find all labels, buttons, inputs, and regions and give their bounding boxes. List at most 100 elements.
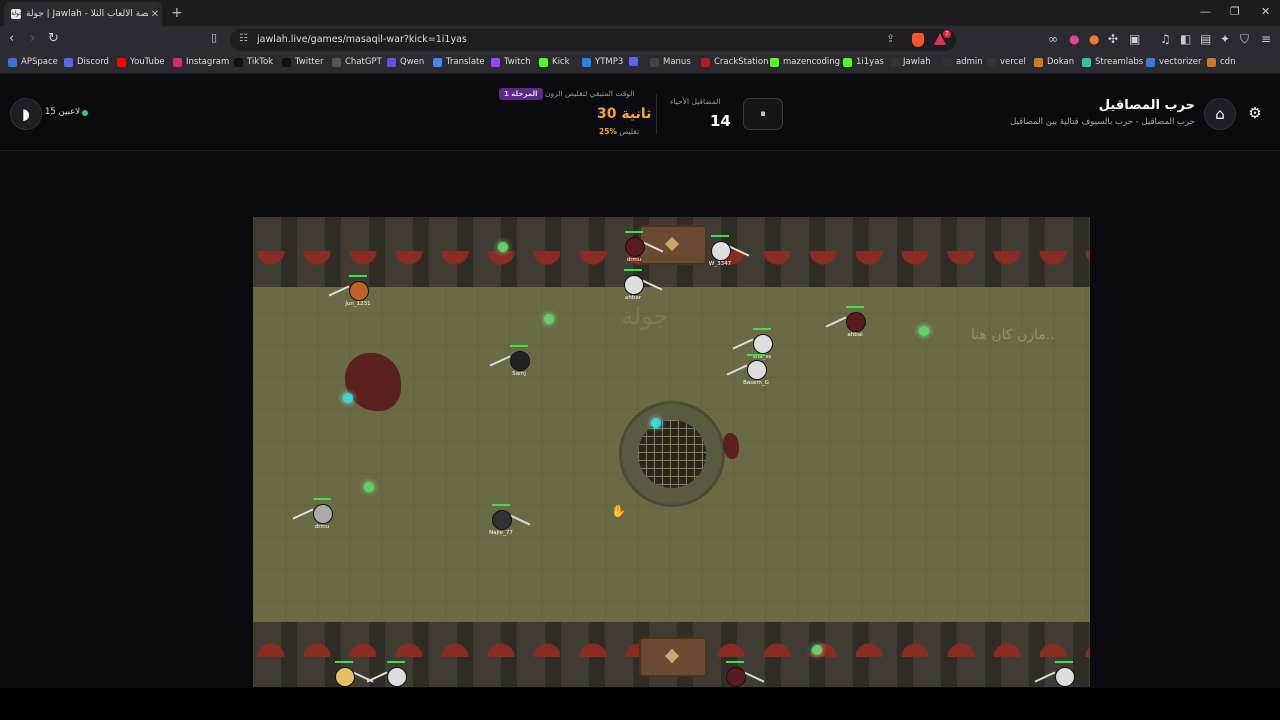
alive-count: 14 [710,112,731,130]
hand-cursor-icon: ✋ [611,504,626,518]
player-health-bar [313,498,331,500]
bookmark-favicon-icon [582,57,591,67]
bookmark-kick[interactable]: Kick [539,57,570,67]
bookmark-mazencoding[interactable]: mazencoding [770,57,840,67]
site-settings-icon[interactable]: ☷ [239,33,248,44]
bookmark-favicon-icon [1082,57,1091,67]
forward-icon[interactable]: › [30,31,35,46]
bookmark-vectorizer[interactable]: vectorizer [1146,57,1202,67]
player-health-bar [335,661,353,663]
extensions-puzzle-icon[interactable]: ✣ [1108,32,1118,46]
screenshot-icon[interactable]: ▣ [1129,32,1140,46]
bookmark-favicon-icon [1207,57,1216,67]
bookmark-favicon-icon [843,57,852,67]
active-tab[interactable]: جولة جولة | Jawlah - منصة الألعاب الثلا … [4,2,162,26]
sword-icon [328,285,350,297]
back-icon[interactable]: ‹ [9,31,14,46]
brave-shields-icon[interactable] [912,33,924,47]
bookmark-favicon-icon [539,57,548,67]
player-name: Najie_77 [489,530,513,536]
game-subtitle: حرب المصاقيل - حرب بالسيوف قتالية بين ال… [1010,117,1195,127]
tab-title: جولة | Jawlah - منصة الألعاب الثلا [26,9,148,19]
bookmark-tiktok[interactable]: TikTok [234,57,273,67]
bookmark-cdn[interactable]: cdn [1207,57,1235,67]
bookmark-crackstation[interactable]: CrackStation [701,57,768,67]
player-name: W_3347 [708,261,732,267]
player-health-bar [846,306,864,308]
bookmark-apspace[interactable]: APSpace [8,57,58,67]
close-window-icon[interactable]: ✕ [1261,5,1270,18]
sidebar-icon[interactable]: ◧ [1180,32,1191,46]
restore-icon[interactable]: ❐ [1230,5,1240,18]
share-icon[interactable]: ⇪ [886,32,895,45]
player-name: drmu [314,524,330,530]
settings-button[interactable]: ⚙ [1240,98,1270,128]
bookmark-label: Streamlabs [1095,57,1144,67]
bookmark-chatgpt[interactable]: ChatGPT [332,57,382,67]
vpn-icon[interactable]: ⛉ [1240,32,1249,47]
player-health-bar [625,231,643,233]
bookmark-favicon-icon [1146,57,1155,67]
close-tab-icon[interactable]: ✕ [148,9,162,20]
bookmark-discord[interactable]: Discord [64,57,109,67]
sword-icon [726,364,748,376]
alive-label: المصاقيل الأحياء [670,97,721,106]
reload-icon[interactable]: ↻ [48,31,59,46]
bookmark-favicon-icon [117,57,126,67]
extension-orange-icon[interactable]: ● [1089,32,1099,46]
center-pit [619,401,725,507]
extension-shield-icon[interactable]: ● [1069,32,1079,46]
address-bar[interactable]: ☷ jawlah.live/games/masaqil-war?kick=1i1… [230,29,956,51]
extension-glasses-icon[interactable]: ∞ [1048,32,1058,46]
media-icon[interactable]: ♫ [1160,32,1171,46]
new-tab-icon[interactable]: + [171,5,183,21]
bookmark-label: APSpace [21,57,58,67]
minimize-icon[interactable]: — [1200,5,1211,18]
bookmark-manus[interactable]: Manus [650,57,691,67]
player-avatar [313,504,333,524]
gear-icon: ⚙ [1248,104,1262,122]
bookmark-label: vercel [1000,57,1026,67]
bookmark-vercel[interactable]: vercel [987,57,1026,67]
bookmark-instagram[interactable]: Instagram [173,57,229,67]
player-avatar [753,334,773,354]
bookmark-favicon-icon [433,57,442,67]
sword-icon [825,316,847,328]
zone-shrink-percent: 25% تقليص [599,127,639,136]
bookmark-streamlabs[interactable]: Streamlabs [1082,57,1143,67]
player-avatar [711,241,731,261]
bookmark-qwen[interactable]: Qwen [387,57,424,67]
game-arena[interactable]: مازن كان هنا.. جولة Jun_1231 drmu W_3347 ah… [253,217,1090,687]
pit-grate [638,420,706,488]
bookmark-label: 1i1yas [856,57,884,67]
menu-icon[interactable]: ≡ [1261,32,1271,46]
bookmark-translate[interactable]: Translate [433,57,485,67]
bookmark-favicon-icon [64,57,73,67]
home-button[interactable]: ⌂ [1204,98,1236,130]
bookmark-favicon-icon [282,57,291,67]
bookmark-favicon-icon [387,57,396,67]
bookmark-youtube[interactable]: YouTube [117,57,165,67]
bookmark-admin[interactable]: admin [943,57,983,67]
bookmark-app[interactable] [629,57,642,66]
bookmark-twitter[interactable]: Twitter [282,57,324,67]
blood-splatter [723,433,739,459]
url-text[interactable]: jawlah.live/games/masaqil-war?kick=1i1ya… [257,34,467,45]
bookmark-ytmp3[interactable]: YTMP3 [582,57,623,67]
player-name: ahbal [847,332,863,338]
bookmark-dokan[interactable]: Dokan [1034,57,1074,67]
bookmark-favicon-icon [890,57,899,67]
discord-button[interactable]: ◗ [10,98,42,130]
player-avatar [349,281,369,301]
leo-ai-icon[interactable]: ✦ [1220,32,1230,46]
bookmark-twitch[interactable]: Twitch [491,57,531,67]
bookmark-jawlah[interactable]: Jawlah [890,57,931,67]
rewards-badge: 2 [943,30,951,38]
bookmark-icon[interactable]: ▯ [211,31,217,44]
bookmark-label: YouTube [130,57,165,67]
bookmark-label: ChatGPT [345,57,382,67]
pause-button[interactable]: ⏸ [743,98,783,130]
wallet-icon[interactable]: ▤ [1200,32,1211,46]
bookmark-1i1yas[interactable]: 1i1yas [843,57,884,67]
zone-timer-label: الوقت المتبقي لتقليص الزون [545,89,635,98]
